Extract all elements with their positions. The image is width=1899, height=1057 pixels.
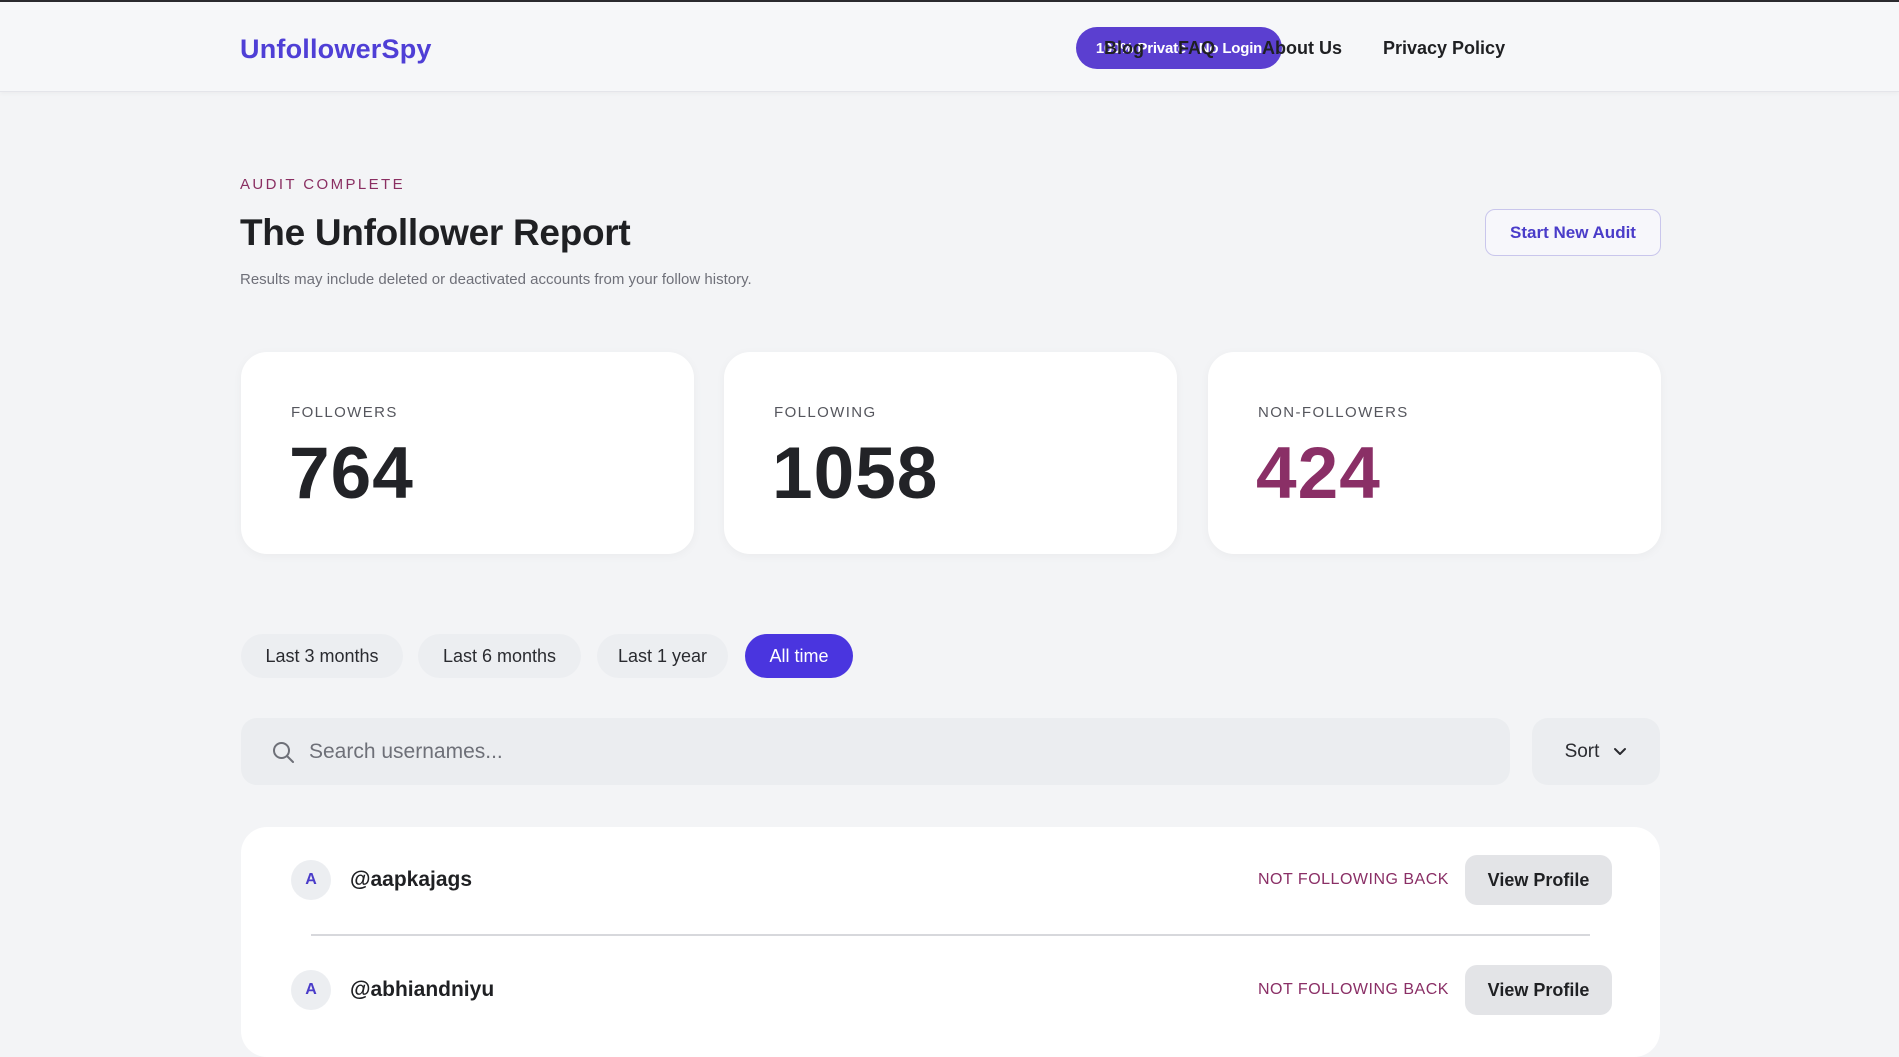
stat-label: NON-FOLLOWERS <box>1258 404 1409 421</box>
username: @aapkajags <box>350 868 473 891</box>
view-profile-button[interactable]: View Profile <box>1465 855 1612 905</box>
brand-logo[interactable]: UnfollowerSpy <box>240 34 432 65</box>
search-icon <box>273 742 294 763</box>
avatar: A <box>291 970 331 1010</box>
avatar: A <box>291 860 331 900</box>
stat-card-non-followers: NON-FOLLOWERS 424 <box>1208 352 1661 554</box>
stat-label: FOLLOWERS <box>291 404 398 421</box>
navbar: UnfollowerSpy 100% Private · No Login Bl… <box>0 2 1899 92</box>
search-input[interactable] <box>309 718 1489 785</box>
stat-value: 424 <box>1256 433 1381 514</box>
nav-link-about-us[interactable]: About Us <box>1262 38 1342 59</box>
username: @abhiandniyu <box>350 978 495 1001</box>
nav-link-blog[interactable]: Blog <box>1104 38 1144 59</box>
stat-card-followers: FOLLOWERS 764 <box>241 352 694 554</box>
nav-link-privacy-policy[interactable]: Privacy Policy <box>1383 38 1505 59</box>
page-title: The Unfollower Report <box>240 212 631 253</box>
filter-last-6-months[interactable]: Last 6 months <box>418 634 581 678</box>
chevron-down-icon <box>1614 747 1627 755</box>
filter-last-1-year[interactable]: Last 1 year <box>597 634 728 678</box>
view-profile-button[interactable]: View Profile <box>1465 965 1612 1015</box>
stat-label: FOLLOWING <box>774 404 877 421</box>
page-subtitle: Results may include deleted or deactivat… <box>240 271 752 288</box>
status-badge: NOT FOLLOWING BACK <box>1258 871 1449 888</box>
status-badge: NOT FOLLOWING BACK <box>1258 981 1449 998</box>
results-list: A @aapkajags NOT FOLLOWING BACK View Pro… <box>241 827 1660 1057</box>
sort-label: Sort <box>1564 740 1600 762</box>
list-item: A @abhiandniyu NOT FOLLOWING BACK View P… <box>241 935 1660 1043</box>
sort-dropdown[interactable]: Sort <box>1532 718 1660 785</box>
nav-link-faq[interactable]: FAQ <box>1178 38 1215 59</box>
stat-card-following: FOLLOWING 1058 <box>724 352 1177 554</box>
start-new-audit-button[interactable]: Start New Audit <box>1485 209 1661 256</box>
list-item: A @aapkajags NOT FOLLOWING BACK View Pro… <box>241 827 1660 936</box>
filter-last-3-months[interactable]: Last 3 months <box>241 634 403 678</box>
filter-all-time[interactable]: All time <box>745 634 853 678</box>
stat-value: 764 <box>289 433 414 514</box>
audit-status-eyebrow: AUDIT COMPLETE <box>240 176 406 193</box>
stat-value: 1058 <box>772 433 939 514</box>
search-box <box>241 718 1510 785</box>
